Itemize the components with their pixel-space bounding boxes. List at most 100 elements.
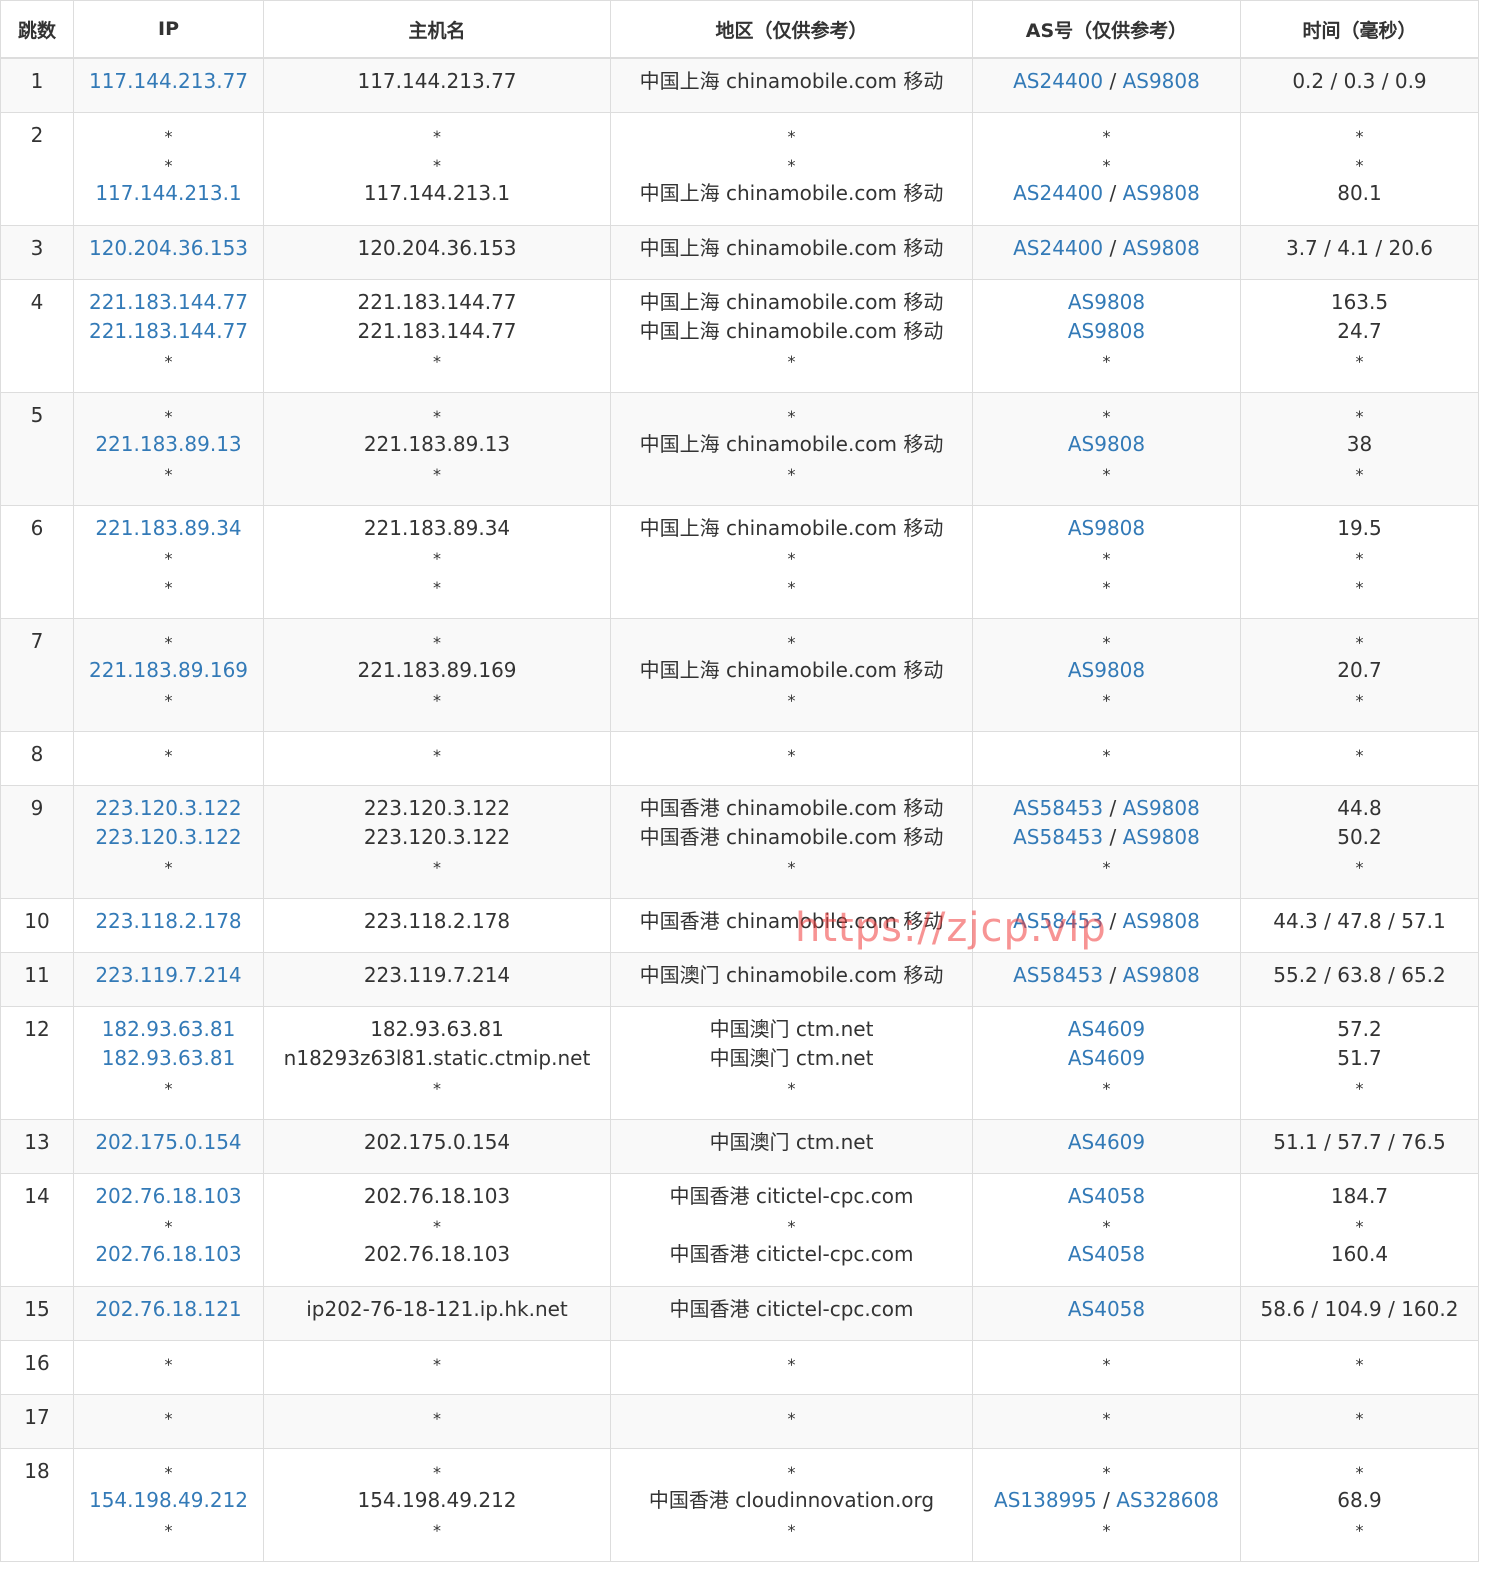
- ip-cell-line: 221.183.89.169: [78, 656, 259, 685]
- empty-marker: *: [433, 858, 441, 877]
- empty-marker: *: [164, 1521, 173, 1540]
- hop-number-text: 18: [24, 1459, 50, 1483]
- hop-number: 9: [0, 785, 74, 899]
- ip-link[interactable]: 221.183.89.34: [95, 516, 241, 540]
- as-link[interactable]: AS9808: [1123, 69, 1200, 93]
- as-link[interactable]: AS24400: [1013, 69, 1103, 93]
- ip-link[interactable]: 221.183.144.77: [89, 319, 248, 343]
- as-link[interactable]: AS58453: [1013, 963, 1103, 987]
- empty-marker: *: [164, 352, 173, 371]
- time-cell-text: 55.2 / 63.8 / 65.2: [1273, 963, 1446, 987]
- as-link[interactable]: AS9808: [1068, 290, 1145, 314]
- ip-link[interactable]: 117.144.213.1: [95, 181, 241, 205]
- ip-cell: 202.76.18.103 * 202.76.18.103: [73, 1173, 264, 1287]
- empty-marker: *: [433, 352, 441, 371]
- as-link[interactable]: AS9808: [1123, 796, 1200, 820]
- time-cell-text: 160.4: [1330, 1242, 1389, 1266]
- ip-cell-line: *: [78, 685, 259, 714]
- time-cell-line: 51.1 / 57.7 / 76.5: [1245, 1128, 1474, 1157]
- as-link[interactable]: AS24400: [1013, 236, 1103, 260]
- empty-marker: *: [1102, 1463, 1111, 1482]
- as-link[interactable]: AS9808: [1123, 825, 1200, 849]
- ip-link[interactable]: 202.76.18.121: [95, 1297, 241, 1321]
- hostname-cell: * * 117.144.213.1: [263, 112, 611, 226]
- hostname-cell-text: 221.183.89.34: [363, 516, 511, 540]
- hop-number: 11: [0, 952, 74, 1007]
- ip-link[interactable]: 202.76.18.103: [95, 1184, 241, 1208]
- ip-link[interactable]: 120.204.36.153: [89, 236, 248, 260]
- ip-link[interactable]: 223.119.7.214: [95, 963, 241, 987]
- empty-marker: *: [164, 1355, 173, 1374]
- as-link[interactable]: AS328608: [1116, 1488, 1219, 1512]
- region-cell-line: *: [615, 459, 968, 488]
- hostname-cell-text: 202.175.0.154: [363, 1130, 511, 1154]
- empty-marker: *: [433, 1463, 441, 1482]
- ip-link[interactable]: 223.120.3.122: [95, 825, 241, 849]
- ip-link[interactable]: 182.93.63.81: [102, 1017, 236, 1041]
- empty-marker: *: [787, 1355, 796, 1374]
- ip-link[interactable]: 154.198.49.212: [89, 1488, 248, 1512]
- hostname-cell-line: *: [268, 1403, 606, 1432]
- ip-link[interactable]: 221.183.144.77: [89, 290, 248, 314]
- as-link[interactable]: AS138995: [994, 1488, 1097, 1512]
- as-link[interactable]: AS58453: [1013, 796, 1103, 820]
- ip-link[interactable]: 223.120.3.122: [95, 796, 241, 820]
- as-link[interactable]: AS4058: [1068, 1184, 1145, 1208]
- as-link[interactable]: AS9808: [1068, 319, 1145, 343]
- as-link[interactable]: AS4609: [1068, 1046, 1145, 1070]
- as-link[interactable]: AS9808: [1123, 181, 1200, 205]
- as-cell: AS4609 AS4609 *: [972, 1006, 1241, 1120]
- time-cell-text: 68.9: [1337, 1488, 1382, 1512]
- ip-cell-line: 223.120.3.122: [78, 823, 259, 852]
- table-row: 1 117.144.213.77 117.144.213.77 中国上海 chinam…: [0, 57, 1479, 113]
- region-cell-text: 中国上海 chinamobile.com 移动: [639, 290, 944, 314]
- ip-cell-line: 117.144.213.1: [78, 179, 259, 208]
- ip-cell-line: *: [78, 1211, 259, 1240]
- ip-link[interactable]: 202.175.0.154: [95, 1130, 241, 1154]
- as-link[interactable]: AS9808: [1123, 909, 1200, 933]
- ip-link[interactable]: 221.183.89.13: [95, 432, 241, 456]
- as-link[interactable]: AS9808: [1068, 658, 1145, 682]
- as-link[interactable]: AS4609: [1068, 1017, 1145, 1041]
- time-cell-line: 44.8: [1245, 794, 1474, 823]
- region-cell-text: 中国香港 cloudinnovation.org: [648, 1488, 935, 1512]
- as-link[interactable]: AS58453: [1013, 909, 1103, 933]
- time-cell-line: *: [1245, 1211, 1474, 1240]
- table-row: 8 * * * * *: [0, 731, 1479, 786]
- ip-cell-line: 182.93.63.81: [78, 1015, 259, 1044]
- as-link[interactable]: AS24400: [1013, 181, 1103, 205]
- as-link[interactable]: AS58453: [1013, 825, 1103, 849]
- region-cell-line: 中国上海 chinamobile.com 移动: [615, 234, 968, 263]
- ip-cell-line: *: [78, 852, 259, 881]
- region-cell: 中国澳门 ctm.net: [610, 1119, 973, 1174]
- as-link[interactable]: AS4609: [1068, 1130, 1145, 1154]
- empty-marker: *: [1102, 407, 1111, 426]
- hop-number-text: 6: [30, 516, 44, 540]
- region-cell-text: 中国上海 chinamobile.com 移动: [639, 516, 944, 540]
- ip-cell: 202.76.18.121: [73, 1286, 264, 1341]
- hostname-cell-line: *: [268, 627, 606, 656]
- time-cell-text: 51.1 / 57.7 / 76.5: [1273, 1130, 1446, 1154]
- as-cell-line: AS4609: [977, 1015, 1236, 1044]
- empty-marker: *: [164, 1217, 173, 1236]
- as-link[interactable]: AS9808: [1068, 432, 1145, 456]
- time-cell-line: 58.6 / 104.9 / 160.2: [1245, 1295, 1474, 1324]
- ip-link[interactable]: 221.183.89.169: [89, 658, 248, 682]
- region-cell-line: 中国香港 citictel-cpc.com: [615, 1295, 968, 1324]
- empty-marker: *: [1102, 127, 1111, 146]
- ip-link[interactable]: 182.93.63.81: [102, 1046, 236, 1070]
- as-link[interactable]: AS9808: [1123, 963, 1200, 987]
- as-link[interactable]: AS4058: [1068, 1297, 1145, 1321]
- ip-link[interactable]: 223.118.2.178: [95, 909, 241, 933]
- ip-link[interactable]: 202.76.18.103: [95, 1242, 241, 1266]
- hostname-cell-line: 221.183.144.77: [268, 288, 606, 317]
- as-link[interactable]: AS4058: [1068, 1242, 1145, 1266]
- ip-cell-line: 223.120.3.122: [78, 794, 259, 823]
- time-cell: * 38 *: [1240, 392, 1479, 506]
- empty-marker: *: [787, 578, 796, 597]
- as-link[interactable]: AS9808: [1123, 236, 1200, 260]
- region-cell: 中国上海 chinamobile.com 移动: [610, 57, 973, 113]
- as-link[interactable]: AS9808: [1068, 516, 1145, 540]
- ip-cell: *: [73, 1340, 264, 1395]
- ip-link[interactable]: 117.144.213.77: [89, 69, 248, 93]
